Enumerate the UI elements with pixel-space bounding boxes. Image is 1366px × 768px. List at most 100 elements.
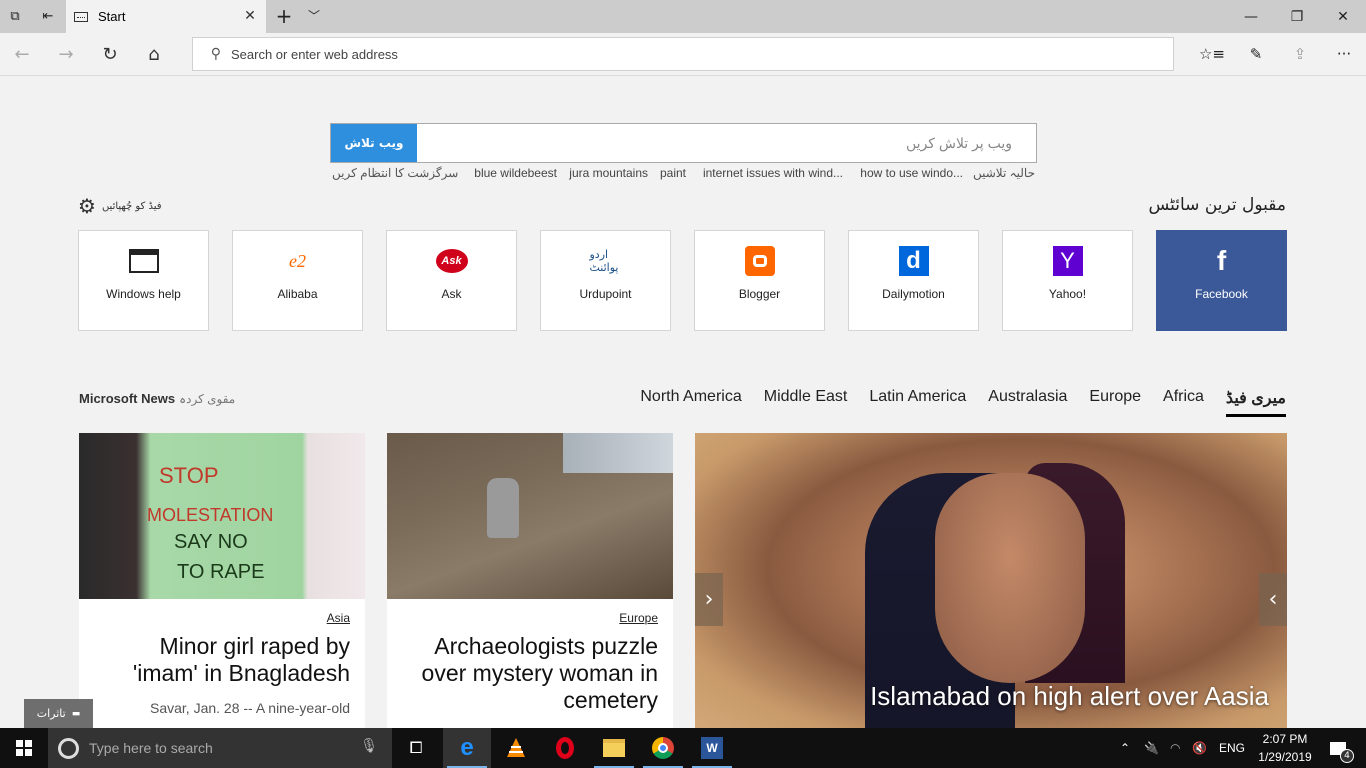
feedback-button[interactable]: تاثرات ▬ xyxy=(24,699,93,728)
tab-start[interactable]: Start ✕ xyxy=(66,0,266,33)
powered-by-label: مقوی کردہ xyxy=(179,392,236,406)
microphone-icon[interactable]: 🎙 xyxy=(360,738,378,754)
vlc-app[interactable] xyxy=(492,728,540,768)
top-site-yahoo[interactable]: Y Yahoo! xyxy=(1002,230,1133,331)
news-category[interactable]: Asia xyxy=(327,611,350,625)
address-input[interactable] xyxy=(231,46,1131,62)
tab-title: Start xyxy=(98,9,126,24)
opera-app[interactable] xyxy=(541,728,589,768)
minimize-button[interactable]: — xyxy=(1228,0,1274,33)
hero-image-detail xyxy=(935,473,1085,683)
alibaba-icon: e2 xyxy=(289,250,306,271)
windows-logo-icon xyxy=(16,740,32,756)
taskbar: Type here to search 🎙 ⧠ e W ⌃ 🔌 ◠ 🔇 ENG … xyxy=(0,728,1366,768)
top-site-dailymotion[interactable]: d Dailymotion xyxy=(848,230,979,331)
notification-badge: 4 xyxy=(1340,748,1354,763)
more-icon[interactable]: ··· xyxy=(1328,39,1360,69)
manage-history-link[interactable]: سرگزشت کا انتظام کریں xyxy=(332,166,458,180)
blogger-icon xyxy=(744,245,776,277)
next-slide-button[interactable]: › xyxy=(695,573,723,626)
cortana-icon xyxy=(58,737,79,759)
show-hidden-icons[interactable]: ⌃ xyxy=(1120,728,1130,768)
web-search-button[interactable]: ویب تلاش xyxy=(331,124,417,162)
file-explorer-app[interactable] xyxy=(590,728,638,768)
news-headline[interactable]: Minor girl raped by 'imam' in Bnagladesh xyxy=(100,633,350,687)
gear-icon: ⚙ xyxy=(78,194,96,218)
new-tab-button[interactable]: + xyxy=(272,4,296,28)
hide-feed-button[interactable]: ⚙ فیڈ کو چُھپائیں xyxy=(78,194,162,218)
recent-search-link[interactable]: jura mountains xyxy=(569,166,648,180)
comment-icon: ▬ xyxy=(71,708,81,719)
news-brand: Microsoft News مقوی کردہ xyxy=(79,391,235,406)
tab-my-feed[interactable]: میری فیڈ xyxy=(1225,388,1286,417)
close-tab-icon[interactable]: ✕ xyxy=(242,8,258,24)
yahoo-icon: Y xyxy=(1052,245,1084,277)
address-bar[interactable]: ⚲ xyxy=(192,37,1174,71)
hero-headline[interactable]: Islamabad on high alert over Aasia xyxy=(870,681,1269,712)
task-view-icon[interactable]: ⧠ xyxy=(400,728,432,768)
chrome-app[interactable] xyxy=(639,728,687,768)
tab-preview-icon[interactable]: ⧉ xyxy=(0,0,30,33)
top-site-urdupoint[interactable]: اردو پوائنٹ Urdupoint xyxy=(540,230,671,331)
news-headline[interactable]: Archaeologists puzzle over mystery woman… xyxy=(408,633,658,714)
recent-searches: حالیہ تلاشیں how to use windo... interne… xyxy=(330,166,1037,184)
feedback-label: تاثرات xyxy=(36,707,66,720)
facebook-icon: f xyxy=(1216,245,1227,276)
recent-search-link[interactable]: paint xyxy=(660,166,686,180)
chrome-icon xyxy=(652,737,674,759)
top-site-ask[interactable]: Ask Ask xyxy=(386,230,517,331)
share-icon[interactable]: ⇪ xyxy=(1284,39,1316,69)
news-snippet: Savar, Jan. 28 -- A nine-year-old xyxy=(150,700,350,716)
tab-europe[interactable]: Europe xyxy=(1089,388,1141,417)
word-icon: W xyxy=(701,737,723,759)
site-name: Blogger xyxy=(738,287,781,301)
edge-app[interactable]: e xyxy=(443,728,491,768)
top-site-blogger[interactable]: Blogger xyxy=(694,230,825,331)
clock[interactable]: 2:07 PM 1/29/2019 xyxy=(1255,730,1315,766)
language-indicator[interactable]: ENG xyxy=(1219,728,1245,768)
tab-north-america[interactable]: North America xyxy=(640,388,741,417)
close-window-button[interactable]: ✕ xyxy=(1320,0,1366,33)
web-search-input[interactable] xyxy=(417,124,1036,162)
recent-search-link[interactable]: how to use windo... xyxy=(860,166,963,180)
word-app[interactable]: W xyxy=(688,728,736,768)
start-page: ویب تلاش حالیہ تلاشیں how to use windo..… xyxy=(0,77,1366,728)
top-site-windows-help[interactable]: Windows help xyxy=(78,230,209,331)
top-site-facebook[interactable]: f Facebook xyxy=(1156,230,1287,331)
tab-africa[interactable]: Africa xyxy=(1163,388,1204,417)
refresh-button[interactable]: ↻ xyxy=(94,39,126,69)
tab-middle-east[interactable]: Middle East xyxy=(764,388,848,417)
home-button[interactable]: ⌂ xyxy=(138,39,170,69)
chevron-down-icon[interactable]: ﹀ xyxy=(304,6,324,26)
previous-slide-button[interactable]: ‹ xyxy=(1259,573,1287,626)
top-site-alibaba[interactable]: e2 Alibaba xyxy=(232,230,363,331)
pen-icon[interactable]: ✎ xyxy=(1240,39,1272,69)
battery-icon[interactable]: 🔌 xyxy=(1144,728,1159,768)
recent-search-link[interactable]: blue wildebeest xyxy=(474,166,557,180)
taskbar-search[interactable]: Type here to search 🎙 xyxy=(48,728,392,768)
forward-button[interactable]: → xyxy=(50,39,82,69)
news-card[interactable]: Europe Archaeologists puzzle over myster… xyxy=(387,433,673,728)
hero-news-card[interactable]: › ‹ Islamabad on high alert over Aasia xyxy=(695,433,1287,728)
hide-feed-label: فیڈ کو چُھپائیں xyxy=(101,200,162,212)
notification-icon: 4 xyxy=(1330,741,1354,763)
recent-search-link[interactable]: internet issues with wind... xyxy=(703,166,843,180)
site-name: Ask xyxy=(441,287,462,301)
news-category[interactable]: Europe xyxy=(619,611,658,625)
tab-australasia[interactable]: Australasia xyxy=(988,388,1067,417)
site-name: Facebook xyxy=(1195,287,1248,301)
restore-button[interactable]: ❐ xyxy=(1274,0,1320,33)
clock-date: 1/29/2019 xyxy=(1258,750,1312,764)
action-center-button[interactable]: 4 xyxy=(1322,728,1354,768)
vlc-icon xyxy=(507,738,525,757)
start-button[interactable] xyxy=(0,728,48,768)
favorites-icon[interactable]: ☆≡ xyxy=(1196,39,1228,69)
wifi-icon[interactable]: ◠ xyxy=(1170,728,1180,768)
back-button[interactable]: ← xyxy=(6,39,38,69)
site-name: Urdupoint xyxy=(579,287,632,301)
news-card[interactable]: STOP MOLESTATION SAY NO TO RAPE Asia Min… xyxy=(79,433,365,728)
set-tabs-aside-icon[interactable]: ⇤ xyxy=(33,0,63,33)
tab-latin-america[interactable]: Latin America xyxy=(869,388,966,417)
clock-time: 2:07 PM xyxy=(1262,732,1308,746)
volume-muted-icon[interactable]: 🔇 xyxy=(1192,728,1207,768)
